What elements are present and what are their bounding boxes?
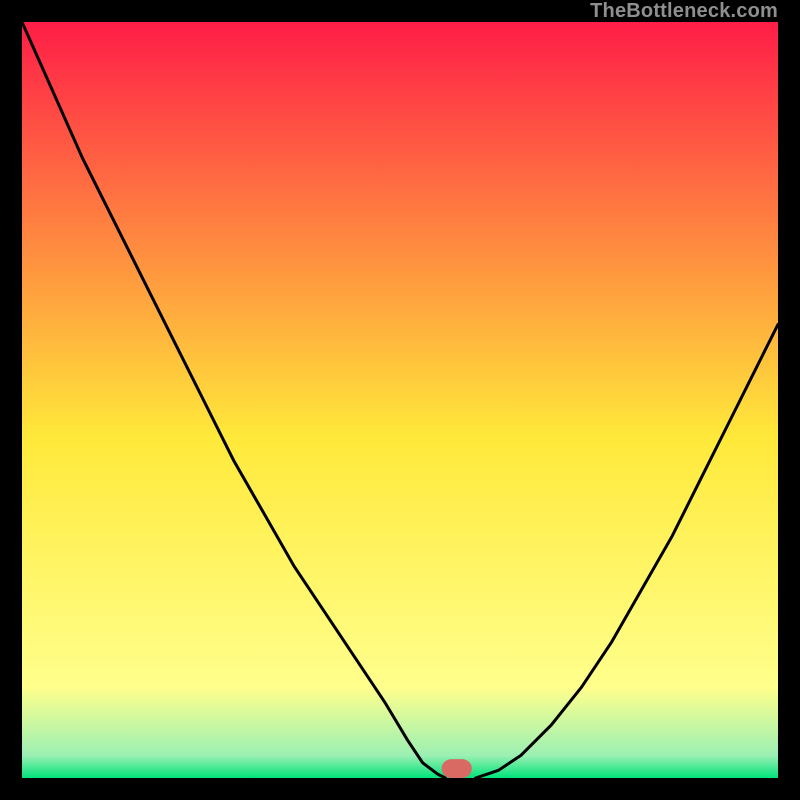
bottleneck-chart [22, 22, 778, 778]
minimum-marker [442, 759, 472, 778]
attribution-label: TheBottleneck.com [590, 0, 778, 23]
plot-background [22, 22, 778, 778]
